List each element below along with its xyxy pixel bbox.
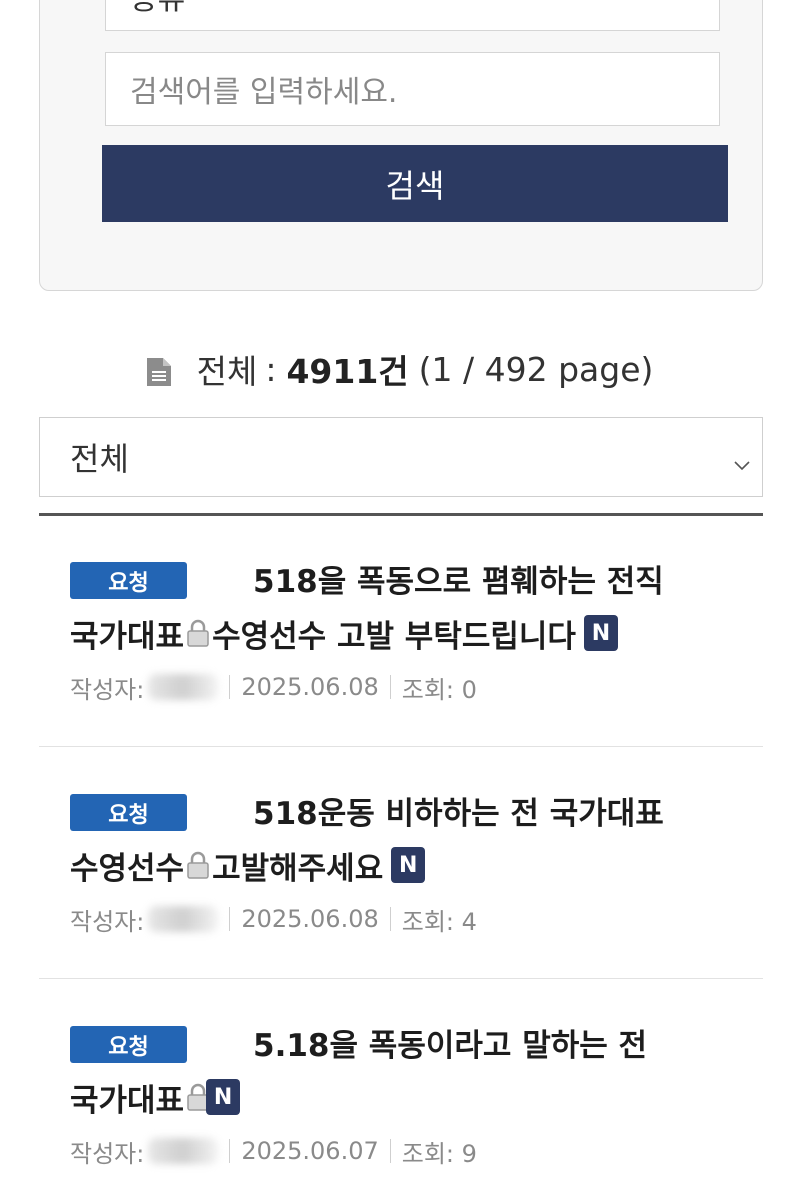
author-label: 작성자: [70,907,145,936]
author-name-redacted [148,906,219,932]
meta-separator [229,1139,231,1163]
list-divider [39,978,763,979]
meta-separator [389,675,391,699]
post-title-part: 국가대표 [70,618,185,655]
meta-separator [389,1139,391,1163]
page-info: (1 / 492 page) [418,349,654,389]
category-badge: 요청 [70,562,187,599]
author-label: 작성자: [70,1139,145,1168]
new-badge: N [583,615,618,651]
lock-icon [185,618,211,648]
category-badge: 요청 [70,794,187,831]
author-name-redacted [148,1138,219,1164]
search-panel: 종류 검색어를 입력하세요. 검색 [39,0,763,291]
new-badge: N [206,1079,241,1115]
category-filter-select[interactable]: 전체 [39,417,763,497]
list-divider [39,746,763,747]
list-item[interactable]: 요청 5.18을 폭동이라고 말하는 전 국가대표 N 작성자: 2025.06… [39,1004,763,1198]
post-meta: 작성자: 2025.06.08 조회: 0 [70,672,477,704]
new-badge: N [391,847,426,883]
post-title-part: 고발해주세요 [212,850,384,887]
post-meta: 작성자: 2025.06.08 조회: 4 [70,904,477,936]
post-title-part: 수영선수 고발 부탁드립니다 [212,618,576,655]
meta-separator [389,907,391,931]
result-summary: 전체 : 4911건 (1 / 492 page) [0,344,800,394]
list-item[interactable]: 요청 518을 폭동으로 폄훼하는 전직 국가대표 수영선수 고발 부탁드립니다… [39,540,763,747]
post-meta: 작성자: 2025.06.07 조회: 9 [70,1136,477,1168]
category-select-value: 종류 [130,0,185,18]
author-name-redacted [148,674,219,700]
search-input[interactable]: 검색어를 입력하세요. [105,52,720,126]
category-filter-value: 전체 [70,440,129,478]
meta-separator [229,907,231,931]
post-date: 2025.06.08 [241,673,379,701]
post-views: 조회: 0 [401,675,477,704]
total-colon: : [265,349,277,389]
post-views: 조회: 9 [401,1139,477,1168]
category-select[interactable]: 종류 [105,0,720,31]
search-input-placeholder: 검색어를 입력하세요. [130,75,398,110]
category-badge: 요청 [70,1026,187,1063]
chevron-down-icon [732,446,752,471]
search-button[interactable]: 검색 [102,145,728,222]
post-views: 조회: 4 [401,907,477,936]
author-label: 작성자: [70,675,145,704]
lock-icon [185,850,211,880]
post-title-part: 수영선수 [70,850,185,887]
list-top-divider [39,513,763,516]
post-date: 2025.06.07 [241,1137,379,1165]
list-item[interactable]: 요청 518운동 비하하는 전 국가대표 수영선수 고발해주세요 N 작성자: … [39,772,763,979]
post-title-continued[interactable]: 수영선수 고발해주세요 N [70,845,426,887]
post-title[interactable]: 518을 폭동으로 폄훼하는 전직 [253,558,664,600]
document-icon [146,355,171,386]
post-title-continued[interactable]: 국가대표 수영선수 고발 부탁드립니다 N [70,613,618,655]
post-title-part: 국가대표 [70,1082,185,1119]
post-date: 2025.06.08 [241,905,379,933]
meta-separator [229,675,231,699]
post-title-continued[interactable]: 국가대표 N [70,1077,241,1119]
post-title[interactable]: 518운동 비하하는 전 국가대표 [253,790,664,832]
total-count: 4911건 [286,352,409,391]
total-label: 전체 [196,352,258,391]
post-title[interactable]: 5.18을 폭동이라고 말하는 전 [253,1022,647,1064]
